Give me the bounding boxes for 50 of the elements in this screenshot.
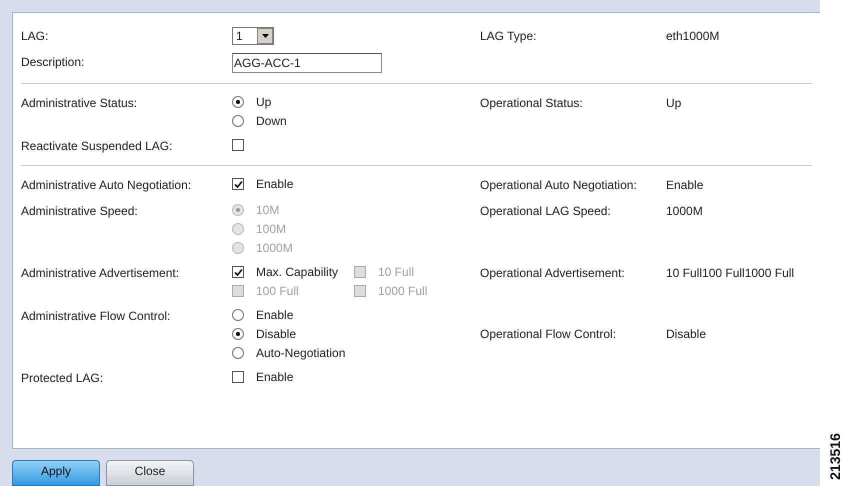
option-label: Up <box>256 94 272 111</box>
field-label: Description: <box>21 55 84 69</box>
radio-button[interactable] <box>232 115 244 127</box>
radio-button[interactable] <box>232 96 244 108</box>
field-value: 1000M <box>666 204 703 218</box>
radio-button[interactable] <box>232 328 244 340</box>
field-label: Protected LAG: <box>21 371 104 385</box>
checkbox[interactable] <box>232 266 244 278</box>
option-label: Down <box>256 113 287 130</box>
apply-button[interactable]: Apply <box>12 460 100 486</box>
field-value: Enable <box>666 178 704 192</box>
option-label: Enable <box>256 176 294 193</box>
field-label: Operational LAG Speed: <box>480 204 611 218</box>
close-button[interactable]: Close <box>106 460 194 486</box>
field-value: Up <box>666 96 682 110</box>
option-label: Enable <box>256 307 294 324</box>
option-label: 100M <box>256 221 286 238</box>
option-label: Disable <box>256 326 296 343</box>
field-label: Administrative Speed: <box>21 204 138 218</box>
field-label: Operational Auto Negotiation: <box>480 178 637 192</box>
option-label: 10M <box>256 202 280 219</box>
dropdown[interactable]: 1 <box>232 27 274 45</box>
radio-button[interactable] <box>232 309 244 321</box>
field-label: Operational Status: <box>480 96 583 110</box>
field-value: Disable <box>666 327 706 341</box>
field-label: Administrative Status: <box>21 96 138 110</box>
caret-icon <box>257 28 273 44</box>
checkbox[interactable] <box>232 178 244 190</box>
radio-button[interactable] <box>232 347 244 359</box>
option-label: Auto-Negotiation <box>256 345 346 362</box>
input-field[interactable]: AGG-ACC-1 <box>232 53 382 73</box>
field-label: LAG: <box>21 29 48 43</box>
field-label: Administrative Advertisement: <box>21 266 180 280</box>
field-label: Operational Flow Control: <box>480 327 616 341</box>
field-label: LAG Type: <box>480 29 536 43</box>
checkbox[interactable] <box>232 139 244 151</box>
field-label: Administrative Flow Control: <box>21 309 170 323</box>
option-label: Max. Capability <box>256 264 338 281</box>
option-label: 1000 Full <box>378 283 428 300</box>
field-value: 10 Full100 Full1000 Full <box>666 266 794 280</box>
field-label: Reactivate Suspended LAG: <box>21 139 172 153</box>
field-value: eth1000M <box>666 29 720 43</box>
field-label: Administrative Auto Negotiation: <box>21 178 192 192</box>
figure-number: 213516 <box>826 433 844 480</box>
option-label: Enable <box>256 369 294 386</box>
checkbox[interactable] <box>232 371 244 383</box>
option-label: 100 Full <box>256 283 299 300</box>
option-label: 1000M <box>256 240 293 257</box>
option-label: 10 Full <box>378 264 414 281</box>
field-label: Operational Advertisement: <box>480 266 625 280</box>
